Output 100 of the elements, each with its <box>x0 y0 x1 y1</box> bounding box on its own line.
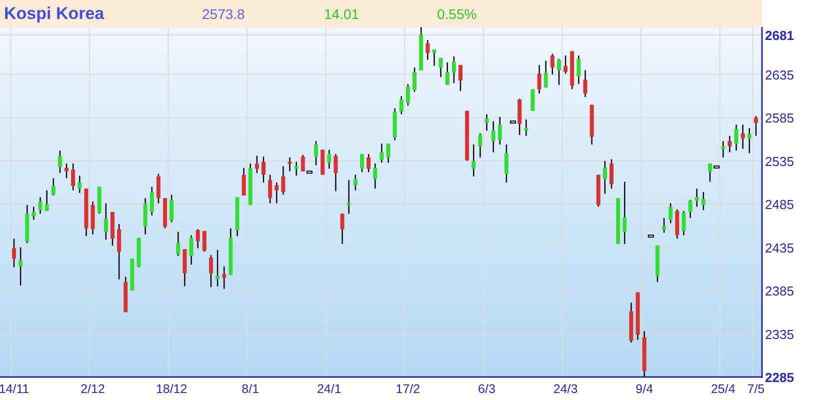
candlestick <box>380 144 384 163</box>
x-axis-label: 25/4 <box>710 382 736 396</box>
percent-change: 0.55% <box>437 6 478 22</box>
candlestick <box>182 249 187 286</box>
candlestick <box>25 205 30 244</box>
candlestick <box>320 150 325 175</box>
candlestick <box>353 174 358 190</box>
candlestick <box>556 58 561 85</box>
x-axis-label: 24/3 <box>553 382 578 396</box>
x-axis-label: 8/1 <box>242 382 260 396</box>
candlestick <box>216 250 220 286</box>
candlestick <box>458 65 462 91</box>
candlestick <box>170 194 174 222</box>
candlestick <box>438 58 443 78</box>
candlestick <box>655 246 660 282</box>
x-axis-label: 18/12 <box>156 382 188 396</box>
price-change: 14.01 <box>324 6 360 22</box>
candlestick <box>412 68 417 92</box>
candlestick <box>472 144 476 176</box>
x-axis-label: 17/2 <box>396 382 420 396</box>
candlestick <box>445 62 450 85</box>
candlestick <box>18 247 23 286</box>
candlestick <box>537 65 542 94</box>
candlestick <box>610 159 614 189</box>
index-title: Kospi Korea <box>4 4 106 24</box>
candlestick <box>327 150 332 169</box>
candlestick <box>262 156 266 183</box>
candlestick <box>629 302 634 342</box>
candlestick <box>636 292 640 340</box>
candlestick <box>740 124 745 149</box>
candlestick <box>708 164 712 182</box>
candlestick <box>254 156 259 174</box>
candlestick <box>84 188 88 236</box>
candlestick <box>288 158 292 172</box>
candlestick <box>222 266 226 289</box>
candlestick <box>130 258 134 291</box>
candlestick <box>524 119 528 136</box>
candlestick <box>728 136 732 152</box>
candlestick <box>110 212 114 246</box>
candlestick <box>124 276 128 312</box>
candlestick <box>642 331 646 377</box>
candlestick <box>484 114 489 131</box>
x-axis-label: 9/4 <box>636 382 654 396</box>
candlestick <box>406 84 410 106</box>
candlestick <box>71 164 76 190</box>
candlestick <box>64 164 69 178</box>
candlestick <box>590 104 594 145</box>
doji-candlestick <box>306 170 312 174</box>
candlestick <box>622 182 627 244</box>
candlestick <box>576 56 581 84</box>
y-axis-label: 2535 <box>765 154 794 169</box>
candlestick <box>530 89 535 111</box>
x-axis-label: 2/12 <box>80 382 105 396</box>
y-axis-label: 2385 <box>765 284 794 299</box>
candlestick <box>360 154 364 172</box>
candlestick <box>51 178 56 196</box>
candlestick <box>721 141 726 158</box>
candlestick <box>583 70 588 97</box>
candlestick <box>156 174 160 204</box>
candlestick <box>668 203 673 224</box>
candlestick <box>136 238 141 268</box>
candlestick <box>747 128 752 154</box>
candlestick <box>754 116 758 136</box>
candlestick <box>235 197 240 236</box>
candlestick <box>300 154 305 172</box>
y-axis-label: 2585 <box>765 110 794 126</box>
candlestick <box>419 27 424 70</box>
candlestick <box>570 51 574 90</box>
candlestick <box>498 116 502 145</box>
candlestick <box>202 230 206 252</box>
candlestick <box>44 190 49 212</box>
candlestick <box>550 54 554 75</box>
candlestick <box>564 56 568 74</box>
candlestick <box>90 202 95 234</box>
candlestick <box>334 154 338 192</box>
candlestick <box>602 160 607 194</box>
index-price: 2573.8 <box>202 6 246 22</box>
candlestick <box>58 150 62 174</box>
x-axis-label: 24/1 <box>317 382 342 396</box>
y-axis-label: 2485 <box>765 197 794 212</box>
candlestick <box>97 186 102 214</box>
candlestick <box>734 124 738 151</box>
candlestick <box>176 232 180 256</box>
y-axis-label: 2335 <box>765 326 794 342</box>
candlestick <box>465 110 470 161</box>
candlestick <box>688 200 692 218</box>
doji-candlestick <box>714 166 720 168</box>
candlestick <box>150 186 154 216</box>
candlestick <box>478 133 482 158</box>
candlestick <box>701 192 706 210</box>
candlestick <box>38 197 42 214</box>
candlestick <box>386 144 390 163</box>
candlestick <box>662 218 666 233</box>
candlestick <box>596 174 600 207</box>
candlestick <box>426 40 430 60</box>
candlestick <box>196 229 200 248</box>
candlestick <box>616 198 620 244</box>
candlestick <box>346 180 351 214</box>
candlestick <box>432 49 436 66</box>
candlestick <box>32 206 36 220</box>
